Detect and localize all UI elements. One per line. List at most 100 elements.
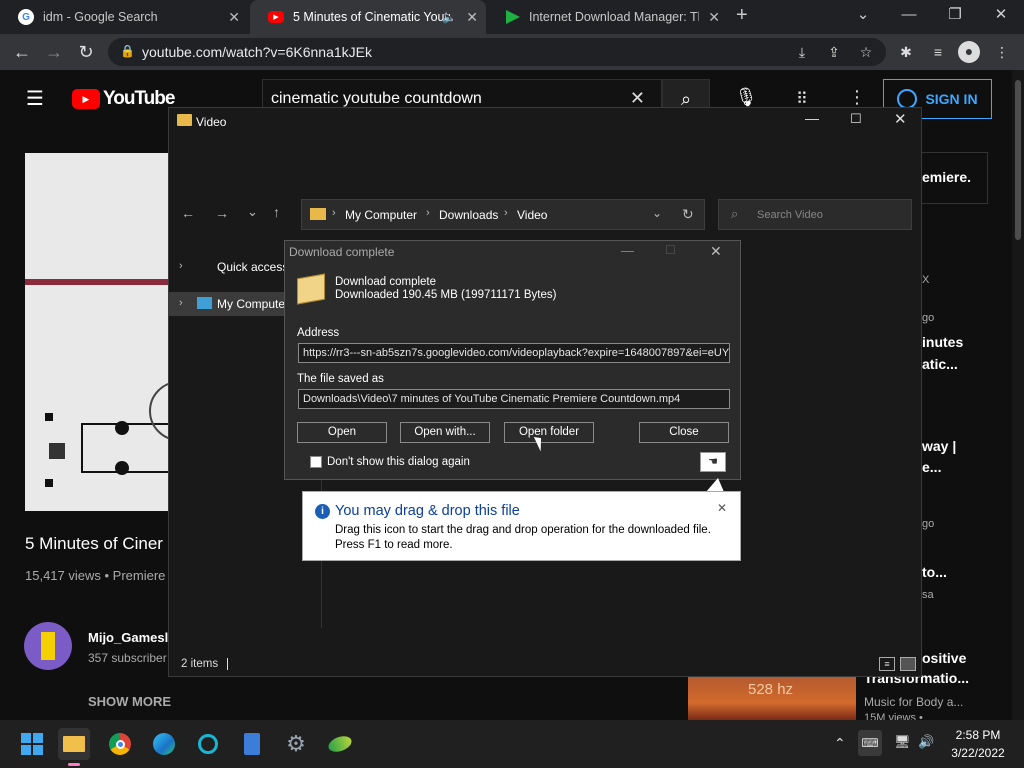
expand-chevron-icon[interactable]: › — [179, 260, 183, 272]
clock-time[interactable]: 2:58 PM — [948, 728, 1008, 742]
open-with-button[interactable]: Open with... — [400, 422, 490, 443]
drag-drop-hand-icon[interactable]: ☚ — [700, 452, 726, 472]
start-windows-icon[interactable] — [16, 728, 48, 760]
sidebar-meta: sa — [922, 589, 934, 601]
video-player[interactable] — [25, 153, 168, 511]
show-more-button[interactable]: SHOW MORE — [88, 694, 171, 709]
close-icon[interactable]: ✕ — [228, 9, 240, 26]
tab-idm[interactable]: Internet Download Manager: The ✕ — [488, 0, 728, 34]
open-button[interactable]: Open — [297, 422, 387, 443]
refresh-icon[interactable]: ↻ — [682, 206, 694, 223]
balloon-pointer — [706, 478, 724, 492]
video-frame-dot — [115, 421, 129, 435]
file-explorer-taskbar-icon[interactable] — [58, 728, 90, 760]
video-frame-stripe — [25, 279, 168, 285]
active-indicator — [68, 763, 80, 766]
tooltip-close-icon[interactable]: ✕ — [717, 501, 727, 515]
search-text: cinematic youtube countdown — [271, 90, 482, 107]
chrome-icon[interactable] — [104, 728, 136, 760]
close-button[interactable]: ✕ — [710, 243, 722, 260]
install-icon[interactable]: ⤓ — [792, 42, 812, 62]
explorer-search-input[interactable]: ⌕ Search Video — [718, 199, 912, 230]
minimize-button[interactable]: — — [886, 0, 932, 34]
explorer-breadcrumb[interactable]: › My Computer › Downloads › Video ⌄ ↻ — [301, 199, 705, 230]
new-tab-button[interactable]: + — [736, 4, 748, 27]
expand-chevron-icon[interactable]: › — [179, 297, 183, 309]
tab-google-search[interactable]: G idm - Google Search ✕ — [0, 0, 248, 34]
minimize-button[interactable]: — — [805, 110, 819, 126]
details-view-icon[interactable]: ≡ — [879, 657, 895, 671]
close-window-button[interactable]: ✕ — [978, 0, 1024, 34]
speaker-icon[interactable]: 🔈 — [442, 11, 456, 24]
forward-icon[interactable]: → — [215, 205, 229, 221]
network-icon[interactable]: 🖥 — [894, 734, 911, 750]
open-folder-button[interactable]: Open folder — [504, 422, 594, 443]
restore-button[interactable]: ❐ — [932, 0, 978, 34]
channel-name[interactable]: Mijo_Gamesl — [88, 630, 168, 645]
recent-chevron-icon[interactable]: ⌄ — [247, 204, 258, 220]
sidebar-video-title[interactable]: e... — [922, 459, 941, 475]
clock-date[interactable]: 3/22/2022 — [948, 746, 1008, 760]
edge-icon[interactable] — [148, 728, 180, 760]
bookmark-star-icon[interactable]: ☆ — [856, 42, 876, 62]
volume-icon[interactable]: 🔊 — [918, 734, 934, 750]
share-icon[interactable]: ⇪ — [824, 42, 844, 62]
extensions-icon[interactable]: ✱ — [896, 42, 916, 62]
settings-kebab-icon[interactable]: ⋮ — [848, 87, 866, 108]
tooltip-line: Press F1 to read more. — [335, 539, 453, 551]
cortana-icon[interactable] — [192, 728, 224, 760]
page-scrollbar[interactable] — [1012, 70, 1024, 720]
profile-avatar-icon[interactable]: ● — [958, 41, 980, 63]
menu-kebab-icon[interactable]: ⋮ — [992, 42, 1012, 62]
sidebar-video-title[interactable]: ositive — [922, 650, 966, 666]
tab-search-chevron-icon[interactable]: ⌄ — [840, 0, 886, 34]
minimize-button[interactable]: — — [621, 243, 634, 258]
video-frame-square — [45, 479, 53, 487]
address-bar[interactable]: 🔒 youtube.com/watch?v=6K6nna1kJEk ⤓ ⇪ ☆ — [108, 38, 886, 66]
sidebar-video-title[interactable]: to... — [922, 564, 947, 580]
tiles-view-icon[interactable] — [900, 657, 916, 671]
address-field[interactable]: https://rr3---sn-ab5szn7s.googlevideo.co… — [298, 343, 730, 363]
apps-grid-icon[interactable]: ⠿ — [796, 89, 808, 109]
nav-item-quick-access[interactable]: Quick access — [217, 260, 288, 274]
subscriber-count: 357 subscriber — [88, 651, 167, 665]
thumbnail-text: 528 hz — [748, 681, 794, 698]
close-icon[interactable]: ✕ — [708, 9, 720, 26]
sidebar-video-title[interactable]: atic... — [922, 356, 958, 372]
windows-taskbar: ⚙ ⌃ ⌨ 🖥 🔊 2:58 PM 3/22/2022 — [0, 720, 1024, 768]
clear-search-icon[interactable]: ✕ — [630, 88, 645, 109]
breadcrumb-item[interactable]: Video — [517, 208, 547, 222]
scrollbar-thumb[interactable] — [1015, 80, 1021, 240]
chevron-down-icon[interactable]: ⌄ — [652, 206, 662, 220]
back-icon[interactable]: ← — [181, 205, 195, 221]
idm-taskbar-icon[interactable] — [324, 728, 356, 760]
maximize-button[interactable]: ☐ — [850, 111, 862, 127]
up-arrow-icon[interactable]: ↑ — [273, 204, 280, 220]
folder-icon — [177, 114, 192, 126]
back-icon[interactable]: ← — [10, 40, 34, 64]
close-icon[interactable]: ✕ — [466, 9, 478, 26]
dont-show-checkbox[interactable] — [310, 456, 322, 468]
reload-icon[interactable]: ↻ — [74, 40, 98, 64]
forward-icon[interactable]: → — [42, 40, 66, 64]
sidebar-video-title[interactable]: way | — [922, 438, 956, 454]
breadcrumb-item[interactable]: Downloads — [439, 208, 498, 222]
keyboard-icon[interactable]: ⌨ — [858, 730, 882, 756]
youtube-logo[interactable]: ▶ YouTube — [72, 88, 175, 110]
chevron-up-icon[interactable]: ⌃ — [834, 735, 846, 752]
search-icon: ⌕ — [731, 206, 739, 221]
breadcrumb-item[interactable]: My Computer — [345, 208, 417, 222]
calculator-icon[interactable] — [236, 728, 268, 760]
sidebar-thumbnail[interactable]: 528 hz — [688, 677, 856, 720]
address-label: Address — [297, 327, 340, 339]
saved-path-field[interactable]: Downloads\Video\7 minutes of YouTube Cin… — [298, 389, 730, 409]
channel-avatar[interactable] — [24, 622, 72, 670]
tab-youtube[interactable]: ▶ 5 Minutes of Cinematic Youtube 🔈 ✕ — [250, 0, 486, 34]
hamburger-menu-icon[interactable]: ☰ — [26, 89, 46, 109]
media-control-icon[interactable]: ≡ — [928, 42, 948, 62]
settings-gear-icon[interactable]: ⚙ — [280, 728, 312, 760]
close-dialog-button[interactable]: Close — [639, 422, 729, 443]
sidebar-video-title[interactable]: inutes — [922, 334, 963, 350]
breadcrumb-separator-icon: › — [504, 207, 508, 219]
close-button[interactable]: ✕ — [894, 110, 907, 128]
